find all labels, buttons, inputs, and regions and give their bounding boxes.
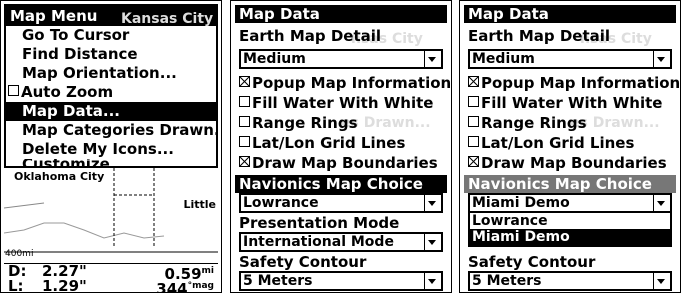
navionics-label: Navionics Map Choice bbox=[235, 175, 447, 193]
chevron-down-icon bbox=[424, 51, 441, 67]
chevron-down-icon bbox=[653, 273, 670, 289]
navionics-value: Miami Demo bbox=[472, 195, 570, 211]
checkbox-checked[interactable] bbox=[239, 76, 250, 87]
earth-detail-value: Medium bbox=[243, 51, 306, 67]
safety-contour-label: Safety Contour bbox=[239, 253, 367, 271]
menu-item-find-distance[interactable]: Find Distance bbox=[6, 45, 216, 64]
safety-contour-dropdown[interactable]: 5 Meters bbox=[239, 271, 443, 291]
chevron-down-icon bbox=[653, 51, 670, 67]
popup-map-info-option[interactable]: Popup Map Information bbox=[239, 74, 451, 92]
l-value: 1.29" bbox=[42, 277, 87, 293]
checkbox[interactable] bbox=[239, 96, 250, 107]
l-label: L: bbox=[8, 277, 24, 293]
checkbox-checked[interactable] bbox=[468, 76, 479, 87]
earth-detail-value: Medium bbox=[472, 51, 535, 67]
menu-item-auto-zoom[interactable]: Auto Zoom bbox=[6, 83, 216, 102]
menu-item-map-data[interactable]: Map Data... bbox=[6, 102, 216, 121]
lat-lon-option[interactable]: Lat/Lon Grid Lines bbox=[468, 134, 634, 152]
list-item[interactable]: Miami Demo bbox=[470, 229, 670, 245]
checkbox[interactable] bbox=[468, 116, 479, 127]
checkbox[interactable] bbox=[239, 116, 250, 127]
range-rings-option[interactable]: Range Rings bbox=[239, 114, 358, 132]
popup-map-info-option[interactable]: Popup Map Information bbox=[468, 74, 680, 92]
safety-contour-dropdown[interactable]: 5 Meters bbox=[468, 271, 672, 291]
map-scale: 400mi bbox=[5, 249, 34, 259]
menu-item-delete-icons[interactable]: Delete My Icons... bbox=[6, 140, 216, 159]
checkbox-checked[interactable] bbox=[239, 156, 250, 167]
map-data-screen-open: nsas City es Drawn... Map Data Earth Map… bbox=[459, 0, 681, 293]
list-item[interactable]: Lowrance bbox=[470, 213, 670, 229]
map-data-screen: nsas City es Drawn... Map Data Earth Map… bbox=[230, 0, 452, 293]
map-city-label: Little bbox=[183, 198, 216, 211]
map-data-title: Map Data bbox=[464, 5, 676, 23]
fill-water-option[interactable]: Fill Water With White bbox=[239, 94, 433, 112]
navionics-label: Navionics Map Choice bbox=[464, 175, 676, 193]
map-data-title: Map Data bbox=[235, 5, 447, 23]
checkbox-checked[interactable] bbox=[468, 156, 479, 167]
navionics-options-list[interactable]: Lowrance Miami Demo bbox=[468, 211, 672, 247]
navionics-value: Lowrance bbox=[243, 195, 319, 211]
earth-detail-dropdown[interactable]: Medium bbox=[239, 49, 443, 69]
menu-item-go-to-cursor[interactable]: Go To Cursor bbox=[6, 26, 216, 45]
draw-boundaries-option[interactable]: Draw Map Boundaries bbox=[468, 154, 667, 172]
map-view[interactable]: Oklahoma City Little 400mi bbox=[3, 168, 218, 263]
chevron-down-icon bbox=[424, 273, 441, 289]
map-city-label: Oklahoma City bbox=[14, 170, 105, 183]
map-menu-screen: Map Menu Go To Cursor Find Distance Map … bbox=[0, 0, 222, 293]
menu-item-map-orientation[interactable]: Map Orientation... bbox=[6, 64, 216, 83]
range-rings-option[interactable]: Range Rings bbox=[468, 114, 587, 132]
presentation-mode-dropdown[interactable]: International Mode bbox=[239, 232, 443, 252]
ghost-text: Kansas City bbox=[121, 11, 214, 27]
safety-contour-value: 5 Meters bbox=[243, 273, 313, 289]
auto-zoom-checkbox[interactable] bbox=[8, 85, 19, 96]
lat-lon-option[interactable]: Lat/Lon Grid Lines bbox=[239, 134, 405, 152]
earth-detail-label: Earth Map Detail bbox=[468, 27, 611, 45]
chevron-down-icon bbox=[653, 195, 670, 211]
safety-contour-value: 5 Meters bbox=[472, 273, 542, 289]
map-menu: Map Menu Go To Cursor Find Distance Map … bbox=[4, 4, 218, 170]
menu-item-map-categories[interactable]: Map Categories Drawn... bbox=[6, 121, 216, 140]
safety-contour-label: Safety Contour bbox=[468, 253, 596, 271]
presentation-mode-value: International Mode bbox=[243, 234, 394, 250]
chevron-down-icon bbox=[424, 195, 441, 211]
navionics-dropdown[interactable]: Miami Demo bbox=[468, 193, 672, 213]
fill-water-option[interactable]: Fill Water With White bbox=[468, 94, 662, 112]
checkbox[interactable] bbox=[468, 136, 479, 147]
checkbox[interactable] bbox=[468, 96, 479, 107]
nav-stats: D: 2.27" 0.59mi L: 1.29" 344°mag bbox=[4, 263, 218, 293]
chevron-down-icon bbox=[424, 234, 441, 250]
checkbox[interactable] bbox=[239, 136, 250, 147]
draw-boundaries-option[interactable]: Draw Map Boundaries bbox=[239, 154, 438, 172]
earth-detail-label: Earth Map Detail bbox=[239, 27, 382, 45]
bearing-right: 344°mag bbox=[156, 280, 214, 293]
auto-zoom-label: Auto Zoom bbox=[21, 83, 114, 101]
earth-detail-dropdown[interactable]: Medium bbox=[468, 49, 672, 69]
presentation-mode-label: Presentation Mode bbox=[239, 214, 400, 232]
navionics-dropdown[interactable]: Lowrance bbox=[239, 193, 443, 213]
